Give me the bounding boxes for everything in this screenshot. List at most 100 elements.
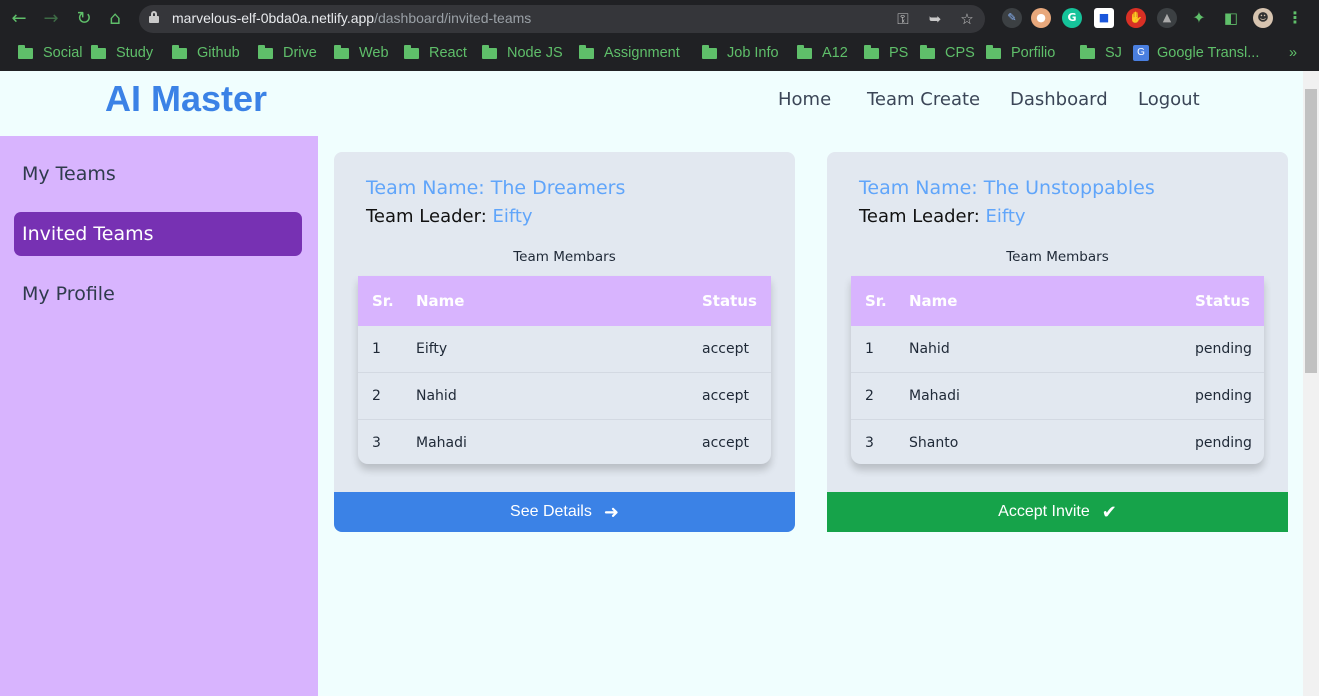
bookmark-folder[interactable]: Porfilio (986, 43, 1055, 63)
forward-arrow-icon[interactable]: → (40, 8, 62, 30)
home-icon[interactable]: ⌂ (104, 8, 126, 30)
back-arrow-icon[interactable]: ← (8, 8, 30, 30)
lock-icon[interactable] (149, 11, 159, 23)
team-leader-label: Team Leader: (366, 206, 493, 227)
cell-status: pending (1195, 435, 1252, 451)
nav-team-create[interactable]: Team Create (867, 89, 980, 110)
folder-icon (579, 44, 594, 59)
accept-invite-button[interactable]: Accept Invite ✔ (827, 492, 1288, 532)
bookmark-folder[interactable]: React (404, 43, 467, 63)
team-leader-label: Team Leader: (859, 206, 986, 227)
page-scrollbar[interactable] (1303, 71, 1319, 696)
cell-sr: 3 (372, 435, 381, 451)
bookmark-folder[interactable]: PS (864, 43, 908, 63)
cell-name: Mahadi (416, 435, 467, 451)
extensions-puzzle-icon[interactable]: ✦ (1189, 8, 1209, 28)
profile-avatar[interactable]: ☻ (1253, 8, 1273, 28)
cell-status: accept (702, 341, 749, 357)
team-leader: Team Leader: Eifty (859, 206, 1026, 227)
folder-icon (482, 44, 497, 59)
sidebar-item-my-profile[interactable]: My Profile (14, 272, 302, 316)
bookmark-google-translate[interactable]: G Google Transl... (1133, 43, 1259, 63)
folder-icon (986, 44, 1001, 59)
bookmark-folder[interactable]: Web (334, 43, 389, 63)
table-row: 3 Mahadi accept (358, 420, 771, 464)
bookmark-folder[interactable]: Job Info (702, 43, 779, 63)
cell-sr: 1 (865, 341, 874, 357)
reload-icon[interactable]: ↻ (73, 8, 95, 30)
logo[interactable]: AI Master (105, 78, 267, 120)
arrow-right-icon: ➜ (603, 502, 619, 522)
column-header-name: Name (416, 292, 465, 310)
team-leader-name: Eifty (492, 206, 533, 227)
folder-icon (797, 44, 812, 59)
team-card: Team Name: The Unstoppables Team Leader:… (827, 152, 1288, 532)
members-caption: Team Membars (1006, 249, 1109, 265)
google-translate-icon: G (1133, 45, 1149, 61)
key-icon[interactable]: ⚿ (893, 9, 913, 29)
team-leader: Team Leader: Eifty (366, 206, 533, 227)
bookmark-folder[interactable]: Drive (258, 43, 317, 63)
cell-sr: 1 (372, 341, 381, 357)
nav-dashboard[interactable]: Dashboard (1010, 89, 1108, 110)
bookmark-label: Job Info (727, 45, 779, 61)
table-row: 3 Shanto pending (851, 420, 1264, 464)
bookmark-folder[interactable]: Assignment (579, 43, 680, 63)
scrollbar-thumb[interactable] (1305, 89, 1317, 373)
nav-logout[interactable]: Logout (1138, 89, 1200, 110)
bookmark-folder[interactable]: Study (91, 43, 153, 63)
bookmark-label: Github (197, 45, 240, 61)
extension-dropper-icon[interactable]: ▲ (1157, 8, 1177, 28)
column-header-sr: Sr. (372, 292, 394, 310)
bookmark-label: Node JS (507, 45, 563, 61)
bookmark-folder[interactable]: A12 (797, 43, 848, 63)
extension-capture-icon[interactable]: ● (1031, 8, 1051, 28)
table-row: 1 Eifty accept (358, 326, 771, 373)
browser-chrome: ← → ↻ ⌂ marvelous-elf-0bda0a.netlify.app… (0, 0, 1319, 71)
sidebar: My Teams Invited Teams My Profile (0, 136, 318, 696)
folder-icon (334, 44, 349, 59)
cell-status: pending (1195, 341, 1252, 357)
team-name: Team Name: The Unstoppables (859, 177, 1155, 199)
more-bookmarks-label: » (1289, 45, 1298, 61)
bookmark-label: Web (359, 45, 389, 61)
bookmark-label: CPS (945, 45, 975, 61)
cell-name: Nahid (909, 341, 950, 357)
members-caption: Team Membars (513, 249, 616, 265)
cell-sr: 2 (372, 388, 381, 404)
column-header-status: Status (1195, 292, 1250, 310)
extension-hand-icon[interactable]: ✋ (1126, 8, 1146, 28)
cell-name: Nahid (416, 388, 457, 404)
browser-menu-icon[interactable]: ⋮ (1285, 8, 1305, 28)
team-card: Team Name: The Dreamers Team Leader: Eif… (334, 152, 795, 532)
check-icon: ✔ (1101, 502, 1117, 522)
bookmark-folder[interactable]: Node JS (482, 43, 563, 63)
bookmark-folder[interactable]: Github (172, 43, 240, 63)
team-name: Team Name: The Dreamers (366, 177, 626, 199)
url-path: /dashboard/invited-teams (374, 10, 532, 26)
bookmark-folder[interactable]: SJ (1080, 43, 1122, 63)
more-bookmarks-button[interactable]: » (1289, 43, 1297, 63)
extension-flag-icon[interactable]: ■ (1094, 8, 1114, 28)
share-icon[interactable]: ➥ (925, 9, 945, 29)
bookmark-folder[interactable]: CPS (920, 43, 975, 63)
bookmark-folder[interactable]: Social (18, 43, 83, 63)
see-details-button[interactable]: See Details ➜ (334, 492, 795, 532)
folder-icon (258, 44, 273, 59)
bookmark-label: Social (43, 45, 83, 61)
folder-icon (172, 44, 187, 59)
address-bar[interactable]: marvelous-elf-0bda0a.netlify.app/dashboa… (139, 5, 985, 33)
grammarly-icon[interactable]: G (1062, 8, 1082, 28)
column-header-status: Status (702, 292, 757, 310)
url-text[interactable]: marvelous-elf-0bda0a.netlify.app/dashboa… (172, 10, 531, 26)
bookmark-label: A12 (822, 45, 848, 61)
folder-icon (864, 44, 879, 59)
bookmark-star-icon[interactable]: ☆ (957, 9, 977, 29)
sidebar-item-my-teams[interactable]: My Teams (14, 152, 302, 196)
bookmarks-bar: Social Study Github Drive Web React Node… (0, 38, 1319, 66)
extension-pen-icon[interactable]: ✎ (1002, 8, 1022, 28)
sidebar-item-invited-teams[interactable]: Invited Teams (14, 212, 302, 256)
nav-home[interactable]: Home (778, 89, 831, 110)
side-panel-icon[interactable]: ◧ (1221, 8, 1241, 28)
app-header: AI Master Home Team Create Dashboard Log… (0, 71, 1303, 136)
